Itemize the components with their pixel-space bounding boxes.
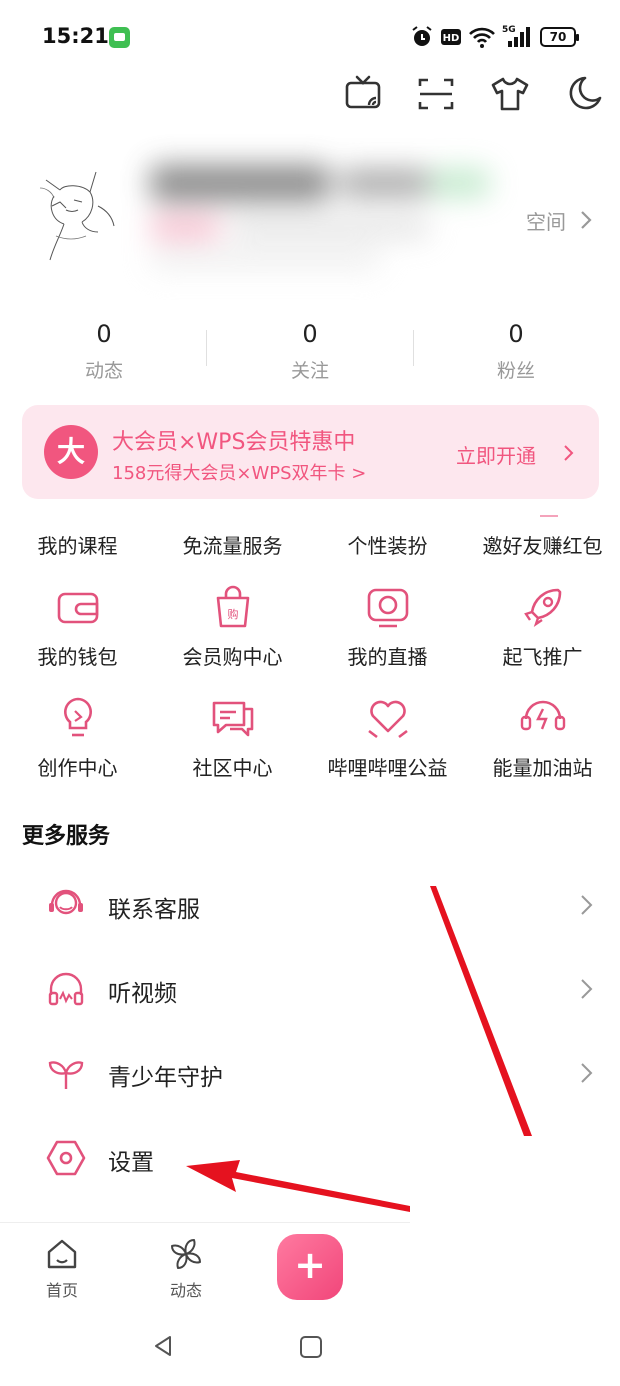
vip-subtitle: 158元得大会员×WPS双年卡 > [112, 463, 367, 484]
sprout-icon [46, 1053, 86, 1093]
service-energy-station[interactable]: 能量加油站 [465, 752, 620, 781]
service-creator-center[interactable]: 创作中心 [0, 752, 155, 781]
lightbulb-icon[interactable] [53, 693, 103, 743]
signal-icon [508, 27, 530, 47]
system-back-icon[interactable] [151, 1334, 175, 1358]
heart-hands-icon[interactable] [363, 693, 413, 743]
service-my-live[interactable]: 我的直播 [310, 641, 465, 670]
chevron-right-icon[interactable] [562, 442, 576, 464]
menu-listen-video[interactable]: 听视频 [108, 974, 177, 1008]
status-time: 15:21 [42, 24, 109, 48]
stat-fans-label[interactable]: 粉丝 [466, 356, 566, 383]
rocket-icon[interactable] [518, 582, 568, 632]
chevron-right-icon[interactable] [578, 892, 594, 918]
live-tv-icon[interactable] [363, 582, 413, 632]
scan-icon[interactable] [414, 72, 458, 116]
wallet-icon[interactable] [53, 582, 103, 632]
chevron-right-icon[interactable] [578, 976, 594, 1002]
night-mode-moon-icon[interactable] [561, 72, 605, 116]
more-services-title: 更多服务 [22, 824, 111, 849]
scroll-indicator [540, 515, 558, 517]
stat-dynamic-label[interactable]: 动态 [54, 356, 154, 383]
service-invite-friends[interactable]: 邀好友赚红包 [465, 530, 620, 559]
stat-following-count[interactable]: 0 [260, 320, 360, 348]
blurred-user-info [140, 145, 500, 285]
vip-title: 大会员×WPS会员特惠中 [112, 430, 356, 455]
chat-app-notification-icon [109, 27, 130, 48]
energy-station-icon[interactable] [518, 693, 568, 743]
vip-activate-button[interactable]: 立即开通 [456, 440, 536, 469]
service-vip-shop[interactable]: 会员购中心 [155, 641, 310, 670]
customer-service-headset-icon [46, 885, 86, 925]
dynamic-pinwheel-icon[interactable] [168, 1236, 204, 1272]
stat-following-label[interactable]: 关注 [260, 356, 360, 383]
service-my-wallet[interactable]: 我的钱包 [0, 641, 155, 670]
svg-text:HD: HD [443, 33, 460, 44]
settings-hexagon-icon [46, 1138, 86, 1178]
service-free-data[interactable]: 免流量服务 [155, 530, 310, 559]
vip-badge-icon: 大 [44, 425, 98, 479]
service-my-courses[interactable]: 我的课程 [0, 530, 155, 559]
hd-icon: HD [441, 29, 461, 45]
battery-indicator: 70 [540, 27, 579, 47]
wifi-icon [469, 27, 495, 48]
service-bilibili-charity[interactable]: 哔哩哔哩公益 [310, 752, 465, 781]
shopping-bag-icon[interactable]: 购 [208, 582, 258, 632]
menu-contact-support[interactable]: 联系客服 [108, 890, 200, 924]
tv-cast-icon[interactable] [342, 72, 386, 116]
menu-teen-protection[interactable]: 青少年守护 [108, 1058, 223, 1092]
service-boost-promo[interactable]: 起飞推广 [465, 641, 620, 670]
stat-divider [206, 330, 207, 366]
menu-settings[interactable]: 设置 [108, 1143, 154, 1177]
avatar[interactable] [36, 166, 126, 270]
service-personal-skin[interactable]: 个性装扮 [310, 530, 465, 559]
space-link[interactable]: 空间 [526, 206, 566, 235]
alarm-icon [412, 26, 432, 46]
nav-home-label[interactable]: 首页 [32, 1277, 92, 1301]
nav-dynamic-label[interactable]: 动态 [156, 1277, 216, 1301]
headphones-icon [46, 969, 86, 1009]
home-icon[interactable] [44, 1236, 80, 1272]
chevron-right-icon[interactable] [578, 1060, 594, 1086]
publish-plus-button[interactable]: + [277, 1234, 343, 1300]
chat-bubble-icon[interactable] [208, 693, 258, 743]
stat-dynamic-count[interactable]: 0 [54, 320, 154, 348]
service-community-center[interactable]: 社区中心 [155, 752, 310, 781]
system-home-button[interactable] [300, 1336, 322, 1358]
stat-fans-count[interactable]: 0 [466, 320, 566, 348]
stat-divider [413, 330, 414, 366]
svg-text:购: 购 [228, 607, 239, 621]
theme-shirt-icon[interactable] [488, 72, 532, 116]
chevron-right-icon[interactable] [578, 208, 594, 232]
